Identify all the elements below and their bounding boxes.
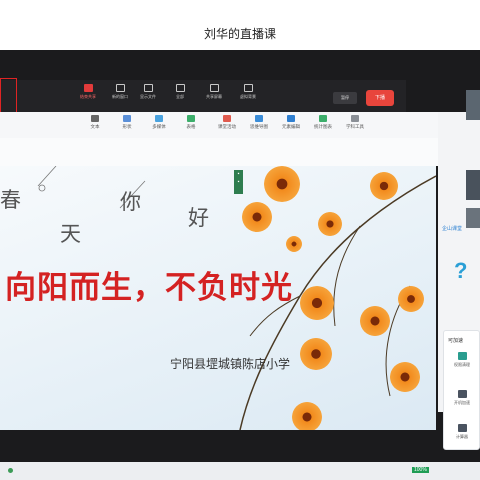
ribbon-item-table[interactable]: 表格 xyxy=(176,115,206,130)
flower xyxy=(300,338,332,370)
ribbon-label: 多媒体 xyxy=(152,124,166,129)
toolbar-label: 全部 xyxy=(176,94,184,99)
calculator-button[interactable]: 计算器 xyxy=(447,424,477,440)
stop-share-icon xyxy=(83,84,93,92)
ribbon-item-subject-tools[interactable]: 学科工具 xyxy=(340,115,370,130)
subject-tools-icon xyxy=(351,115,359,122)
chart-icon xyxy=(319,115,327,122)
boot-speed-icon xyxy=(457,390,467,398)
slide-word: 好 xyxy=(188,206,209,230)
panel-item-label: 计算器 xyxy=(456,434,468,439)
share-screen-button[interactable]: 共享屏幕 xyxy=(198,82,230,100)
slide-margin xyxy=(0,138,438,166)
media-icon xyxy=(155,115,163,122)
stop-share-button[interactable]: 结束共享 xyxy=(72,82,104,100)
mindmap-icon xyxy=(255,115,263,122)
editor-ribbon: 文本 形状 多媒体 表格 课堂活动 思维导图 元素编辑 统计图表 学科工具 xyxy=(0,112,438,139)
shape-icon xyxy=(123,115,131,122)
slide-school-name: 宁阳县堽城镇陈店小学 xyxy=(170,357,291,371)
panel-title: 可加速 xyxy=(448,338,464,344)
ribbon-label: 学科工具 xyxy=(346,124,364,129)
flower xyxy=(264,166,300,202)
ribbon-label: 元素编辑 xyxy=(282,124,300,129)
flower xyxy=(390,362,420,392)
camera-thumbnail[interactable] xyxy=(466,90,480,120)
help-icon[interactable]: ? xyxy=(454,258,467,284)
cleanup-icon xyxy=(457,352,467,360)
toolbar-label: 虚拟背景 xyxy=(240,94,256,99)
slide-word: 你 xyxy=(120,190,141,214)
sidebar-header: 企山课堂 xyxy=(442,226,463,232)
sparkle-icon xyxy=(243,84,253,92)
ribbon-item-edit[interactable]: 元素编辑 xyxy=(276,115,306,130)
members-icon xyxy=(175,84,185,92)
ribbon-label: 文本 xyxy=(90,124,100,129)
ribbon-item-activity[interactable]: 课堂活动 xyxy=(212,115,242,130)
flower xyxy=(360,306,390,336)
ribbon-item-media[interactable]: 多媒体 xyxy=(144,115,174,130)
page-title: 刘华的直播课 xyxy=(203,27,276,41)
text-icon xyxy=(91,115,99,122)
ribbon-item-mindmap[interactable]: 思维导图 xyxy=(244,115,274,130)
flower xyxy=(370,172,398,200)
boot-speed-button[interactable]: 开机加速 xyxy=(447,390,477,406)
share-screen-icon xyxy=(209,84,219,92)
flower xyxy=(318,212,342,236)
ribbon-label: 课堂活动 xyxy=(218,124,236,129)
status-bar xyxy=(0,462,480,480)
panel-item-label: 开机加速 xyxy=(454,400,470,405)
toolbar-label: 共享屏幕 xyxy=(206,94,222,99)
cleanup-button[interactable]: 权限清理 xyxy=(447,352,477,368)
ribbon-label: 统计图表 xyxy=(314,124,332,129)
toolbar-label: 显示文件 xyxy=(140,94,156,99)
flower xyxy=(398,286,424,312)
ribbon-item-chart[interactable]: 统计图表 xyxy=(308,115,338,130)
ribbon-item-shape[interactable]: 形状 xyxy=(112,115,142,130)
virtual-background-button[interactable]: 虚拟背景 xyxy=(232,82,264,100)
flower xyxy=(286,236,302,252)
slide-word: 天 xyxy=(60,222,81,246)
flower xyxy=(292,402,322,430)
activity-icon xyxy=(223,115,231,122)
panel-item-label: 权限清理 xyxy=(454,362,470,367)
slide-word: 春 xyxy=(0,188,21,212)
flower xyxy=(300,286,334,320)
ribbon-label: 思维导图 xyxy=(250,124,268,129)
zoom-level[interactable]: 100% xyxy=(412,467,429,473)
status-dot-icon xyxy=(8,468,13,473)
ribbon-label: 形状 xyxy=(122,124,132,129)
toolbar-label: 结束共享 xyxy=(80,94,96,99)
edit-icon xyxy=(287,115,295,122)
camera-thumbnail[interactable] xyxy=(466,170,480,200)
table-icon xyxy=(187,115,195,122)
ribbon-label: 表格 xyxy=(186,124,196,129)
end-live-button[interactable]: 下播 xyxy=(366,90,394,106)
slide-tag: ▪ ▪ xyxy=(234,170,243,194)
toolbar-label: 新的窗口 xyxy=(112,94,128,99)
camera-thumbnail[interactable] xyxy=(466,208,480,228)
slide-slogan: 向阳而生，不负时光 xyxy=(5,270,293,306)
show-file-button[interactable]: 显示文件 xyxy=(132,82,164,100)
ribbon-item-text[interactable]: 文本 xyxy=(80,115,110,130)
window-icon xyxy=(115,84,125,92)
calculator-icon xyxy=(457,424,467,432)
all-members-button[interactable]: 全部 xyxy=(164,82,196,100)
selection-highlight xyxy=(0,78,17,116)
flower xyxy=(242,202,272,232)
pause-button[interactable]: 暂停 xyxy=(333,92,357,104)
file-icon xyxy=(143,84,153,92)
